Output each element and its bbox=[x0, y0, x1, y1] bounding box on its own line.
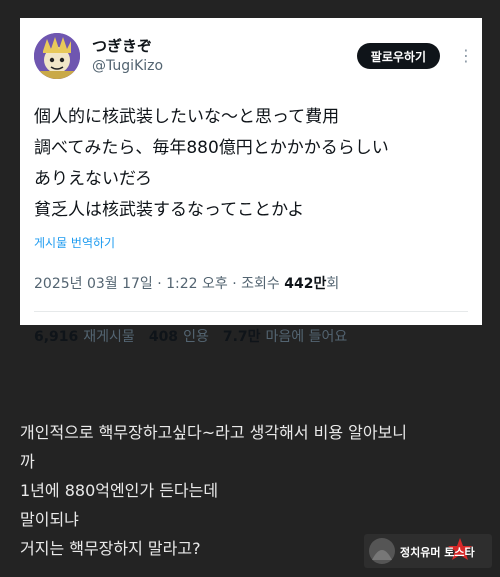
tweet-body: 個人的に核武装したいな〜と思って費用 調べてみたら、毎年880億円とかかかるらし… bbox=[34, 102, 468, 226]
quotes-stat[interactable]: 408 인용 bbox=[149, 326, 209, 346]
tweet-text-line: ありえないだろ bbox=[34, 169, 152, 189]
views-suffix: 회 bbox=[326, 276, 340, 292]
watermark-logo: 정치유머 토스타 bbox=[364, 530, 492, 572]
tweet-stats: 6,916 재게시물 408 인용 7.7만 마음에 들어요 bbox=[34, 326, 468, 346]
tweet-text-line: 調べてみたら、毎年880億円とかかかるらしい bbox=[34, 138, 389, 158]
views-count: 442만 bbox=[284, 276, 327, 292]
tweet-meta: 2025년 03월 17일 · 1:22 오후 · 조회수 442만회 bbox=[34, 273, 468, 293]
avatar[interactable] bbox=[34, 33, 80, 79]
avatar-image bbox=[34, 33, 80, 79]
tweet-text-line: 貧乏人は核武装するなってことかよ bbox=[34, 200, 305, 220]
user-handle[interactable]: @TugiKizo bbox=[92, 56, 163, 76]
translate-post-link[interactable]: 게시물 번역하기 bbox=[34, 234, 468, 251]
timestamp[interactable]: 2025년 03월 17일 · 1:22 오후 · 조회수 bbox=[34, 276, 280, 292]
caption-line: 1년에 880억엔인가 든다는데 bbox=[20, 481, 219, 500]
more-options-icon[interactable]: ⋮ bbox=[458, 48, 474, 64]
caption-line: 까 bbox=[20, 452, 35, 471]
follow-button[interactable]: 팔로우하기 bbox=[356, 43, 440, 69]
caption-line: 개인적으로 핵무장하고싶다~라고 생각해서 비용 알아보니 bbox=[20, 423, 408, 442]
tweet-card: つぎきぞ @TugiKizo 팔로우하기 ⋮ 個人的に核武装したいな〜と思って費… bbox=[20, 18, 482, 345]
likes-stat[interactable]: 7.7만 마음에 들어요 bbox=[223, 326, 347, 346]
tweet-header: つぎきぞ @TugiKizo 팔로우하기 ⋮ bbox=[34, 32, 474, 80]
reposts-stat[interactable]: 6,916 재게시물 bbox=[34, 326, 135, 346]
divider bbox=[34, 311, 468, 312]
watermark-text: 정치유머 토스타 bbox=[400, 545, 476, 559]
tweet-text-line: 個人的に核武装したいな〜と思って費用 bbox=[34, 107, 340, 127]
display-name[interactable]: つぎきぞ bbox=[92, 36, 163, 56]
